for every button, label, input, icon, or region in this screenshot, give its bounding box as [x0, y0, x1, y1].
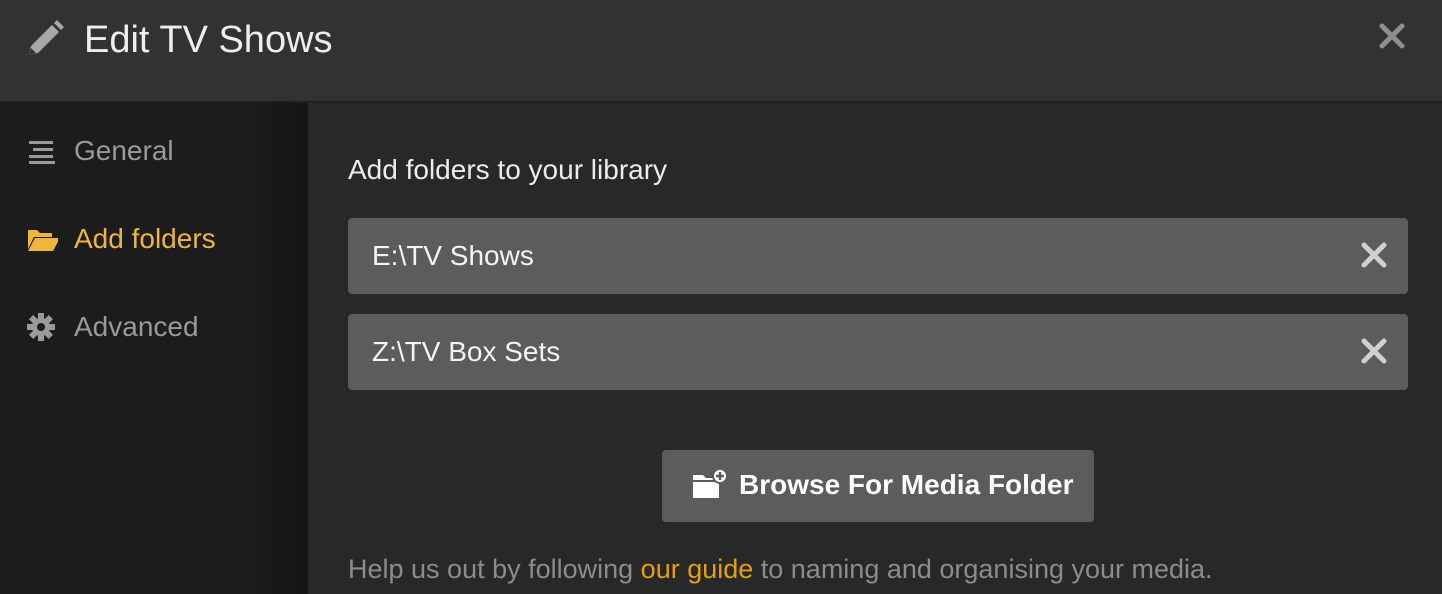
- dialog-title: Edit TV Shows: [84, 19, 333, 61]
- folder-row: Z:\TV Box Sets: [348, 314, 1408, 390]
- sidebar-item-add-folders[interactable]: Add folders: [0, 211, 308, 267]
- help-text: Help us out by following our guide to na…: [348, 552, 1213, 586]
- list-icon: [29, 141, 55, 164]
- browse-media-folder-button[interactable]: Browse For Media Folder: [662, 450, 1094, 522]
- dialog-header: Edit TV Shows: [0, 0, 1442, 103]
- edit-library-dialog: Edit TV Shows General Add folders Advanc…: [0, 0, 1442, 594]
- sidebar-item-advanced[interactable]: Advanced: [0, 299, 308, 355]
- gear-icon: [27, 313, 55, 341]
- folder-path: E:\TV Shows: [372, 240, 534, 271]
- help-text-prefix: Help us out by following: [348, 554, 641, 584]
- sidebar-item-label: Add folders: [74, 223, 216, 254]
- folder-row: E:\TV Shows: [348, 218, 1408, 294]
- folder-open-icon: [28, 230, 58, 251]
- sidebar-item-label: Advanced: [74, 311, 199, 342]
- sidebar-item-general[interactable]: General: [0, 123, 308, 179]
- remove-folder-icon[interactable]: [1359, 240, 1389, 270]
- pencil-icon: [29, 20, 64, 55]
- folder-path: Z:\TV Box Sets: [372, 336, 561, 367]
- main-panel: Add folders to your library E:\TV Shows …: [308, 103, 1442, 594]
- browse-button-label: Browse For Media Folder: [739, 469, 1074, 500]
- folder-add-icon: [693, 468, 728, 498]
- section-title: Add folders to your library: [348, 154, 668, 185]
- sidebar-item-label: General: [74, 135, 174, 166]
- close-icon[interactable]: [1378, 22, 1406, 50]
- guide-link[interactable]: our guide: [641, 554, 754, 584]
- sidebar: General Add folders Advanced: [0, 103, 308, 594]
- remove-folder-icon[interactable]: [1359, 336, 1389, 366]
- help-text-suffix: to naming and organising your media.: [753, 554, 1213, 584]
